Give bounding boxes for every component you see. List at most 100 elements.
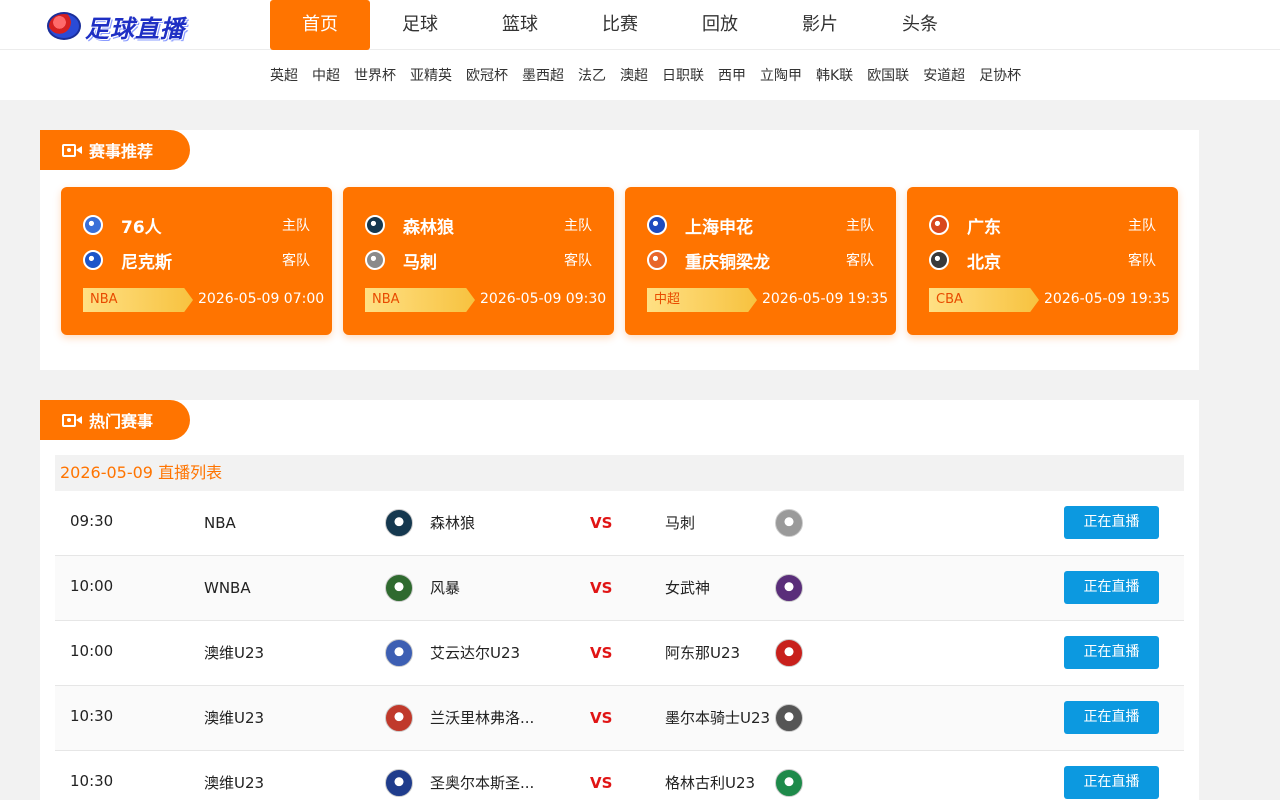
top-header: 足球直播 首页 足球 篮球 比赛 回放 影片 头条: [0, 0, 1280, 50]
league-link[interactable]: 立陶甲: [760, 65, 802, 85]
match-card[interactable]: 森林狼 主队 马刺 客队 NBA 2026-05-09 09:30: [343, 187, 614, 335]
away-team: 尼克斯: [121, 252, 172, 273]
match-card[interactable]: 76人 主队 尼克斯 客队 NBA 2026-05-09 07:00: [61, 187, 332, 335]
match-card[interactable]: 广东 主队 北京 客队 CBA 2026-05-09 19:35: [907, 187, 1178, 335]
home-team: 森林狼: [403, 217, 454, 238]
nav-football[interactable]: 足球: [370, 0, 470, 50]
away-label: 客队: [564, 253, 592, 269]
match-time: 10:00: [70, 642, 114, 660]
match-row[interactable]: 10:30 澳维U23 兰沃里林弗洛... VS 墨尔本骑士U23 正在直播: [55, 686, 1184, 751]
away-team: 阿东那U23: [665, 644, 741, 662]
home-team-logo-icon: [385, 639, 413, 667]
match-time: 2026-05-09 19:35: [1044, 291, 1171, 307]
home-label: 主队: [846, 218, 874, 234]
nav-basketball[interactable]: 篮球: [470, 0, 570, 50]
team-logo-icon: [83, 215, 103, 235]
nav-home[interactable]: 首页: [270, 0, 370, 50]
league-link[interactable]: 西甲: [718, 65, 746, 85]
match-row[interactable]: 10:00 WNBA 风暴 VS 女武神 正在直播: [55, 556, 1184, 621]
recommend-title-tab: 赛事推荐: [40, 130, 190, 170]
team-logo-icon: [365, 250, 385, 270]
home-team: 上海申花: [685, 217, 753, 238]
match-time: 10:00: [70, 577, 114, 595]
vs-label: VS: [590, 774, 613, 792]
match-time: 2026-05-09 19:35: [762, 291, 889, 307]
match-row[interactable]: 10:30 澳维U23 圣奥尔本斯圣... VS 格林古利U23 正在直播: [55, 751, 1184, 800]
away-label: 客队: [282, 253, 310, 269]
match-league: 澳维U23: [204, 709, 265, 727]
league-nav: 英超 中超 世界杯 亚精英 欧冠杯 墨西超 法乙 澳超 日职联 西甲 立陶甲 韩…: [0, 50, 1280, 100]
team-logo-icon: [929, 250, 949, 270]
nav-replay[interactable]: 回放: [670, 0, 770, 50]
hot-title-tab: 热门赛事: [40, 400, 190, 440]
home-team: 圣奥尔本斯圣...: [430, 774, 535, 792]
match-league: 澳维U23: [204, 644, 265, 662]
vs-label: VS: [590, 514, 613, 532]
league-badge: CBA: [929, 288, 1039, 312]
match-time: 2026-05-09 07:00: [198, 291, 325, 307]
live-button[interactable]: 正在直播: [1064, 506, 1159, 539]
league-badge: 中超: [647, 288, 757, 312]
live-button[interactable]: 正在直播: [1064, 636, 1159, 669]
league-link[interactable]: 法乙: [578, 65, 606, 85]
home-label: 主队: [282, 218, 310, 234]
league-link[interactable]: 中超: [312, 65, 340, 85]
team-logo-icon: [647, 250, 667, 270]
nav-headlines[interactable]: 头条: [870, 0, 970, 50]
recommend-panel: 赛事推荐 76人 主队 尼克斯 客队 NBA 2026-05-09 07:00 森林…: [40, 130, 1199, 370]
home-label: 主队: [564, 218, 592, 234]
match-time: 10:30: [70, 772, 114, 790]
home-team: 76人: [121, 217, 162, 238]
video-camera-icon: [62, 413, 82, 427]
live-button[interactable]: 正在直播: [1064, 701, 1159, 734]
team-logo-icon: [365, 215, 385, 235]
match-time: 2026-05-09 09:30: [480, 291, 607, 307]
away-label: 客队: [1128, 253, 1156, 269]
team-logo-icon: [929, 215, 949, 235]
vs-label: VS: [590, 644, 613, 662]
away-team-logo-icon: [775, 574, 803, 602]
live-button[interactable]: 正在直播: [1064, 766, 1159, 799]
vs-label: VS: [590, 709, 613, 727]
match-row[interactable]: 10:00 澳维U23 艾云达尔U23 VS 阿东那U23 正在直播: [55, 621, 1184, 686]
match-time: 10:30: [70, 707, 114, 725]
league-link[interactable]: 日职联: [662, 65, 704, 85]
match-time: 09:30: [70, 512, 114, 530]
home-team-logo-icon: [385, 574, 413, 602]
main-nav: 首页 足球 篮球 比赛 回放 影片 头条: [270, 0, 970, 50]
live-list-heading: 2026-05-09 直播列表: [55, 455, 1184, 491]
league-badge: NBA: [365, 288, 475, 312]
league-link[interactable]: 欧冠杯: [466, 65, 508, 85]
league-link[interactable]: 世界杯: [354, 65, 396, 85]
league-link[interactable]: 墨西超: [522, 65, 564, 85]
league-link[interactable]: 亚精英: [410, 65, 452, 85]
site-logo[interactable]: 足球直播: [47, 8, 185, 44]
home-team: 广东: [967, 217, 1001, 238]
league-link[interactable]: 韩K联: [816, 65, 853, 85]
away-team: 格林古利U23: [665, 774, 756, 792]
home-team: 兰沃里林弗洛...: [430, 709, 535, 727]
away-team: 马刺: [403, 252, 437, 273]
hot-matches-panel: 热门赛事 2026-05-09 直播列表 09:30 NBA 森林狼 VS 马刺…: [40, 400, 1199, 800]
nav-matches[interactable]: 比赛: [570, 0, 670, 50]
league-link[interactable]: 澳超: [620, 65, 648, 85]
hot-title: 热门赛事: [89, 412, 154, 431]
home-team: 森林狼: [430, 514, 476, 532]
league-link[interactable]: 足协杯: [979, 65, 1021, 85]
match-card[interactable]: 上海申花 主队 重庆铜梁龙 客队 中超 2026-05-09 19:35: [625, 187, 896, 335]
soccer-ball-icon: [47, 12, 81, 40]
home-team-logo-icon: [385, 704, 413, 732]
nav-videos[interactable]: 影片: [770, 0, 870, 50]
live-button[interactable]: 正在直播: [1064, 571, 1159, 604]
away-team: 女武神: [665, 579, 711, 597]
recommend-title: 赛事推荐: [89, 142, 154, 161]
away-team: 墨尔本骑士U23: [665, 709, 771, 727]
match-row[interactable]: 09:30 NBA 森林狼 VS 马刺 正在直播: [55, 491, 1184, 556]
league-link[interactable]: 欧国联: [867, 65, 909, 85]
home-team-logo-icon: [385, 509, 413, 537]
league-link[interactable]: 英超: [270, 65, 298, 85]
match-league: WNBA: [204, 579, 251, 597]
league-badge: NBA: [83, 288, 193, 312]
match-league: NBA: [204, 514, 236, 532]
league-link[interactable]: 安道超: [923, 65, 965, 85]
